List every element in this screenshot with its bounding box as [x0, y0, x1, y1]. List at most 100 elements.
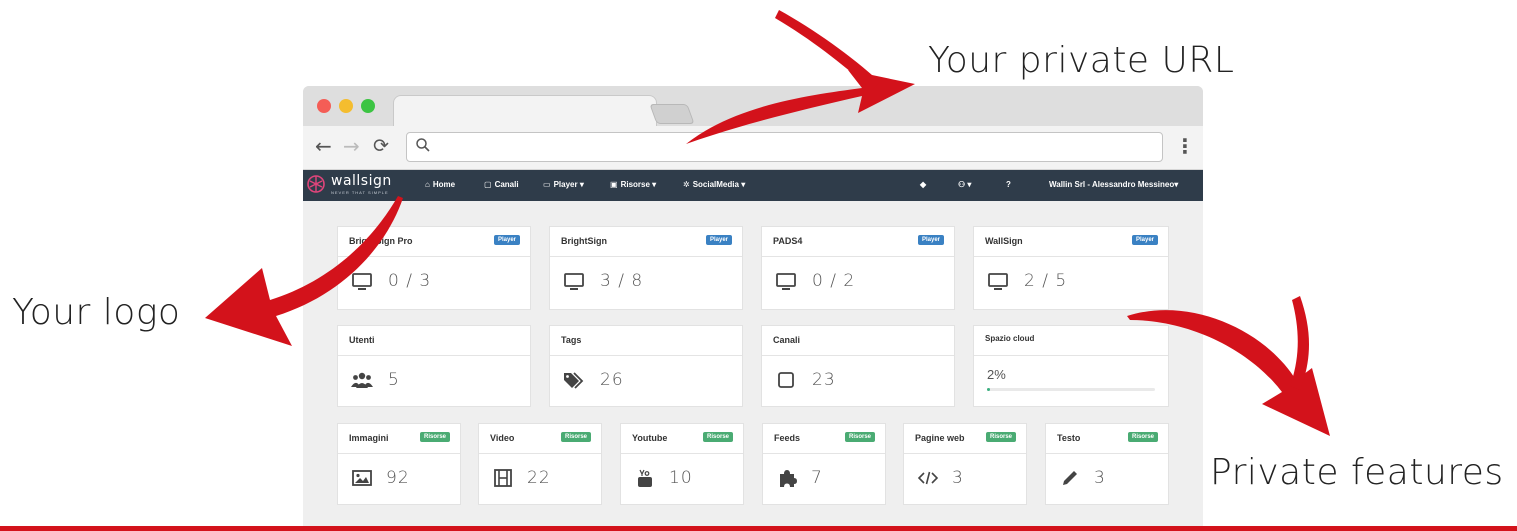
bottom-divider	[0, 526, 1517, 531]
monitor-icon	[988, 273, 1008, 290]
nav-item-home[interactable]: ⌂ Home	[425, 180, 455, 189]
youtube-icon	[638, 469, 652, 487]
new-tab-button[interactable]	[649, 104, 695, 124]
app-navbar: wallsign NEVER THAT SIMPLE ⌂ Home ▢ Canali…	[303, 170, 1203, 201]
dashboard: BrightSign Pro Player 0 / 3 BrightSign P…	[303, 201, 1203, 526]
card-header: Feeds Risorse	[763, 424, 885, 454]
brand-logo[interactable]: wallsign NEVER THAT SIMPLE	[307, 173, 407, 199]
card-title: Youtube	[632, 433, 668, 443]
browser-window: ← → ⟳ ⋮ wallsign NEVER THAT SIMPLE ⌂ Home…	[303, 86, 1203, 526]
square-icon	[778, 372, 794, 388]
card-title: Immagini	[349, 433, 389, 443]
forward-arrow-icon[interactable]: →	[343, 134, 360, 158]
cloud-usage-bar	[987, 388, 1155, 391]
maximize-window-button[interactable]	[361, 99, 375, 113]
card-title: Pagine web	[915, 433, 965, 443]
close-window-button[interactable]	[317, 99, 331, 113]
card-header: Utenti	[338, 326, 530, 356]
card-title: WallSign	[985, 236, 1023, 246]
stat-card-canali[interactable]: Canali 23	[761, 325, 955, 407]
nav-item-label: Risorse	[620, 180, 650, 189]
card-header: Tags	[550, 326, 742, 356]
player-card-wallsign[interactable]: WallSign Player 2 / 5	[973, 226, 1169, 310]
card-title: Canali	[773, 335, 801, 345]
users-icon	[351, 372, 373, 388]
tag-count: 26	[600, 370, 624, 390]
resource-card-immagini[interactable]: Immagini Risorse 92	[337, 423, 461, 505]
nav-help-button[interactable]: ?	[1006, 180, 1011, 189]
resource-card-pagine-web[interactable]: Pagine web Risorse 3	[903, 423, 1027, 505]
minimize-window-button[interactable]	[339, 99, 353, 113]
nav-users-button[interactable]: ⚇ ▾	[958, 180, 971, 189]
stat-card-utenti[interactable]: Utenti 5	[337, 325, 531, 407]
card-header: Testo Risorse	[1046, 424, 1168, 454]
player-count: 0 / 2	[812, 271, 856, 291]
chevron-down-icon: ▾	[652, 180, 657, 189]
square-icon: ▢	[484, 180, 492, 189]
gear-icon: ✲	[683, 180, 690, 189]
stat-card-tags[interactable]: Tags 26	[549, 325, 743, 407]
card-header: WallSign Player	[974, 227, 1168, 257]
monitor-icon	[776, 273, 796, 290]
user-count: 5	[388, 370, 400, 390]
features-arrow-tail-icon	[1290, 296, 1309, 390]
resource-card-youtube[interactable]: Youtube Risorse 10	[620, 423, 744, 505]
player-card-pads4[interactable]: PADS4 Player 0 / 2	[761, 226, 955, 310]
nav-item-socialmedia[interactable]: ✲ SocialMedia ▾	[683, 180, 745, 189]
player-badge: Player	[493, 235, 520, 245]
chevron-down-icon: ▾	[967, 180, 972, 189]
text-count: 3	[1094, 468, 1106, 488]
card-title: BrightSign	[561, 236, 607, 246]
risorse-badge: Risorse	[560, 432, 591, 442]
stat-card-spazio-cloud[interactable]: Spazio cloud 2%	[973, 325, 1169, 407]
risorse-badge: Risorse	[985, 432, 1016, 442]
back-arrow-icon[interactable]: ←	[315, 134, 332, 158]
nav-user-menu[interactable]: Wallin Srl - Alessandro Messineo▾	[1049, 180, 1178, 189]
code-icon	[917, 471, 939, 485]
browser-tab[interactable]	[393, 95, 657, 128]
wallsign-logo-icon	[307, 175, 325, 193]
card-title: Testo	[1057, 433, 1081, 443]
url-input[interactable]	[437, 136, 1141, 158]
card-title: Utenti	[349, 335, 375, 345]
nav-item-label: Home	[432, 180, 456, 189]
tag-icon: ◆	[920, 180, 927, 189]
risorse-badge: Risorse	[419, 432, 450, 442]
tab-strip	[303, 86, 1203, 128]
resource-card-feeds[interactable]: Feeds Risorse 7	[762, 423, 886, 505]
nav-item-canali[interactable]: ▢ Canali	[484, 180, 519, 189]
address-bar[interactable]	[406, 132, 1163, 162]
reload-icon[interactable]: ⟳	[373, 135, 389, 157]
browser-toolbar: ← → ⟳ ⋮	[303, 126, 1203, 170]
card-title: Tags	[561, 335, 582, 345]
card-header: Pagine web Risorse	[904, 424, 1026, 454]
card-title: Video	[490, 433, 515, 443]
cloud-usage-fill	[987, 388, 991, 391]
card-header: Spazio cloud	[974, 326, 1168, 356]
resource-card-video[interactable]: Video Risorse 22	[478, 423, 602, 505]
video-count: 22	[527, 468, 551, 488]
risorse-badge: Risorse	[702, 432, 733, 442]
monitor-icon: ▭	[543, 180, 551, 189]
nav-item-risorse[interactable]: ▣ Risorse ▾	[610, 180, 656, 189]
users-icon: ⚇	[958, 180, 966, 189]
risorse-badge: Risorse	[1127, 432, 1158, 442]
player-card-brightsign[interactable]: BrightSign Player 3 / 8	[549, 226, 743, 310]
browser-menu-icon[interactable]: ⋮	[1175, 134, 1195, 158]
puzzle-icon	[780, 470, 797, 487]
chevron-down-icon: ▾	[741, 180, 746, 189]
callout-logo: Your logo	[12, 292, 181, 333]
tags-icon	[564, 372, 584, 389]
card-header: PADS4 Player	[762, 227, 954, 257]
youtube-count: 10	[669, 468, 693, 488]
search-icon	[416, 138, 430, 152]
monitor-icon	[564, 273, 584, 290]
resource-card-testo[interactable]: Testo Risorse 3	[1045, 423, 1169, 505]
brand-tagline: NEVER THAT SIMPLE	[331, 190, 389, 195]
player-card-brightsign-pro[interactable]: BrightSign Pro Player 0 / 3	[337, 226, 531, 310]
player-badge: Player	[1131, 235, 1158, 245]
film-icon	[494, 469, 512, 487]
nav-tags-button[interactable]: ◆	[920, 180, 926, 189]
card-header: Immagini Risorse	[338, 424, 460, 454]
nav-item-player[interactable]: ▭ Player ▾	[543, 180, 584, 189]
